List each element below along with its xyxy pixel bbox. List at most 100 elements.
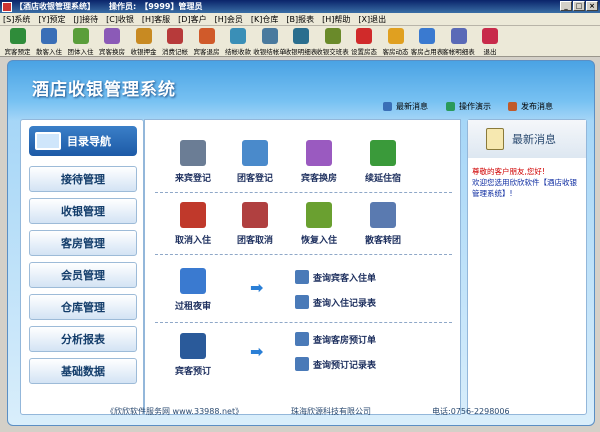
- nav-item-basic-data[interactable]: 基础数据: [29, 358, 137, 384]
- room-change-button[interactable]: 宾客换房: [291, 140, 347, 184]
- toolbar-button[interactable]: 散客入住: [34, 27, 65, 56]
- menu-item[interactable]: [S]系统: [3, 14, 30, 25]
- nav-item-reception[interactable]: 接待管理: [29, 166, 137, 192]
- function-label: 取消入住: [174, 236, 211, 246]
- query-room-booking-link[interactable]: 查询客房预订单: [295, 332, 376, 346]
- query-guest-checkin-link[interactable]: 查询宾客入住单: [295, 270, 376, 284]
- link-demo[interactable]: 操作演示: [446, 101, 491, 112]
- menu-key: [H]: [141, 14, 155, 24]
- menu-item[interactable]: [H]客服: [142, 14, 170, 25]
- toolbar-button[interactable]: 客房动态: [380, 27, 411, 56]
- menu-item[interactable]: [H]帮助: [322, 14, 350, 25]
- guest-register-button[interactable]: 来宾登记: [165, 140, 221, 184]
- menu-item[interactable]: [X]退出: [358, 14, 386, 25]
- menu-item[interactable]: [J]接待: [73, 14, 98, 25]
- booking-button[interactable]: 宾客预订: [165, 333, 221, 377]
- cancel-checkin-button[interactable]: 取消入住: [165, 202, 221, 246]
- news-greeting: 尊敬的客户朋友,您好!: [472, 167, 545, 176]
- menu-key: [D]: [178, 14, 191, 24]
- toolbar-label: 结帐收款: [225, 48, 251, 56]
- toolbar-button[interactable]: 团体入住: [65, 27, 96, 56]
- app-icon: [2, 1, 12, 12]
- menu-item[interactable]: [K]仓库: [251, 14, 279, 25]
- toolbar-button[interactable]: 结帐收款: [223, 27, 254, 56]
- toolbar-button[interactable]: 宾客退房: [191, 27, 222, 56]
- divider: [155, 322, 452, 323]
- function-panel: 来宾登记 团客登记 宾客换房 续延住宿 取消入住 团客取消 恢复入住 散客转团 …: [144, 119, 461, 415]
- toolbar-label: 客房占用表: [410, 48, 444, 56]
- toolbar-button[interactable]: 退出: [475, 27, 506, 56]
- title-bar: 【酒店收银管理系统】 操作员: 【9999】管理员 _ □ ×: [0, 0, 600, 13]
- toolbar-button[interactable]: 消费记帐: [160, 27, 191, 56]
- toolbar-button[interactable]: 收银结帐单: [253, 27, 286, 56]
- divider: [155, 192, 452, 193]
- account-report-icon: [450, 28, 467, 44]
- query-icon: [295, 295, 309, 309]
- menu-item[interactable]: [C]收银: [106, 14, 134, 25]
- operator-label: 操作员:: [109, 2, 137, 11]
- toolbar-button[interactable]: 收银交班表: [316, 27, 349, 56]
- minimize-icon[interactable]: _: [560, 1, 572, 11]
- nav-item-reports[interactable]: 分析报表: [29, 326, 137, 352]
- query-checkin-records-link[interactable]: 查询入住记录表: [295, 295, 376, 309]
- extend-stay-icon: [370, 140, 396, 166]
- menu-label: 退出: [370, 14, 387, 24]
- query-icon: [295, 270, 309, 284]
- query-icon: [295, 357, 309, 371]
- booking-icon: [180, 333, 206, 359]
- footer: 《欣欣软件服务网 www.33988.net》 珠海欣源科技有限公司 电话:07…: [8, 404, 594, 420]
- bill-icon: [261, 28, 278, 44]
- demo-icon: [446, 102, 455, 111]
- toolbar-button[interactable]: 客房占用表: [410, 27, 444, 56]
- menu-label: 接待: [82, 14, 99, 24]
- nav-item-warehouse[interactable]: 仓库管理: [29, 294, 137, 320]
- menu-item[interactable]: [Y]预定: [38, 14, 65, 25]
- nav-item-rooms[interactable]: 客房管理: [29, 230, 137, 256]
- query-label: 查询宾客入住单: [313, 273, 377, 284]
- toolbar-label: 客房动态: [382, 48, 409, 56]
- menu-item[interactable]: [B]报表: [286, 14, 314, 25]
- deposit-icon: [135, 28, 152, 44]
- toolbar-button[interactable]: 客帐明细表: [442, 27, 475, 56]
- menu-bar: [S]系统 [Y]预定 [J]接待 [C]收银 [H]客服 [D]客户 [H]会员 [K]仓库…: [0, 13, 600, 26]
- menu-item[interactable]: [D]客户: [178, 14, 206, 25]
- nav-header[interactable]: 目录导航: [29, 126, 137, 156]
- night-audit-button[interactable]: 过租夜审: [165, 268, 221, 312]
- monitor-icon: [35, 132, 61, 150]
- link-latest-news[interactable]: 最新消息: [383, 101, 428, 112]
- menu-key: [H]: [322, 14, 335, 24]
- function-label: 团客取消: [236, 236, 273, 246]
- extend-stay-button[interactable]: 续延住宿: [355, 140, 411, 184]
- left-navigation: 目录导航 接待管理 收银管理 客房管理 会员管理 仓库管理 分析报表 基础数据: [20, 119, 144, 415]
- footer-website[interactable]: 《欣欣软件服务网 www.33988.net》: [106, 406, 243, 417]
- transfer-group-icon: [370, 202, 396, 228]
- query-label: 查询预订记录表: [313, 360, 377, 371]
- function-label: 来宾登记: [174, 174, 211, 184]
- link-publish-news[interactable]: 发布消息: [508, 101, 553, 112]
- toolbar-button[interactable]: 收银明细表: [285, 27, 317, 56]
- cancel-group-button[interactable]: 团客取消: [227, 202, 283, 246]
- nav-item-cashier[interactable]: 收银管理: [29, 198, 137, 224]
- news-header: 最新消息: [468, 120, 586, 158]
- nav-item-members[interactable]: 会员管理: [29, 262, 137, 288]
- menu-item[interactable]: [H]会员: [215, 14, 243, 25]
- menu-label: 仓库: [262, 14, 279, 24]
- toolbar-button[interactable]: 收银押金: [128, 27, 159, 56]
- transfer-group-button[interactable]: 散客转团: [355, 202, 411, 246]
- toolbar-button[interactable]: 设置房态: [349, 27, 380, 56]
- restore-checkin-button[interactable]: 恢复入住: [291, 202, 347, 246]
- shift-report-icon: [324, 28, 341, 44]
- menu-label: 报表: [298, 14, 315, 24]
- query-booking-records-link[interactable]: 查询预订记录表: [295, 357, 376, 371]
- toolbar-label: 收银押金: [130, 48, 157, 56]
- group-register-button[interactable]: 团客登记: [227, 140, 283, 184]
- toolbar: 宾客预定 散客入住 团体入住 宾客换房 收银押金 消费记帐 宾客退房 结帐收款 收银结帐单 收银明…: [0, 26, 600, 57]
- toolbar-button[interactable]: 宾客预定: [2, 27, 33, 56]
- maximize-icon[interactable]: □: [573, 1, 585, 11]
- toolbar-button[interactable]: 宾客换房: [97, 27, 128, 56]
- query-label: 查询入住记录表: [313, 298, 377, 309]
- menu-key: [K]: [250, 14, 263, 24]
- close-icon[interactable]: ×: [586, 1, 598, 11]
- menu-label: 系统: [14, 14, 31, 24]
- menu-key: [S]: [3, 14, 15, 24]
